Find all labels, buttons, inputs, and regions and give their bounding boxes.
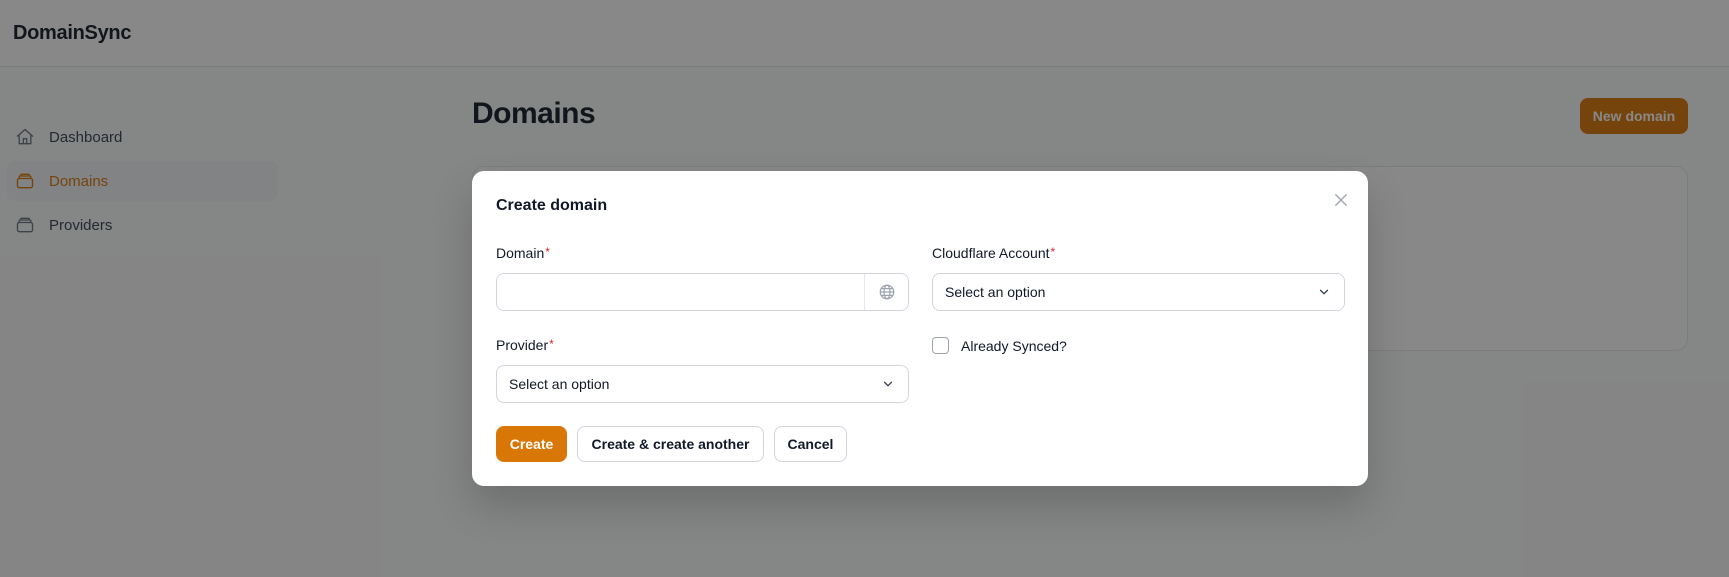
provider-label-text: Provider	[496, 337, 549, 353]
domain-label-text: Domain	[496, 245, 545, 261]
cloudflare-select-value: Select an option	[945, 284, 1046, 300]
modal-title: Create domain	[496, 197, 608, 214]
already-synced-row: Already Synced?	[932, 337, 1067, 354]
cloudflare-label-text: Cloudflare Account	[932, 245, 1050, 261]
provider-select-value: Select an option	[509, 376, 610, 392]
required-marker: *	[545, 245, 550, 259]
create-domain-modal: Create domain Domain* Cloudflare Account…	[472, 171, 1368, 486]
globe-icon	[878, 283, 896, 301]
cloudflare-account-label: Cloudflare Account*	[932, 245, 1055, 261]
cloudflare-account-select[interactable]: Select an option	[932, 273, 1345, 311]
already-synced-checkbox[interactable]	[932, 337, 949, 354]
domain-input-suffix	[864, 274, 908, 310]
close-icon	[1332, 191, 1350, 209]
create-button[interactable]: Create	[496, 426, 567, 462]
already-synced-label[interactable]: Already Synced?	[961, 338, 1067, 354]
chevron-down-icon	[880, 376, 896, 392]
domain-label: Domain*	[496, 245, 550, 261]
domain-input-group	[496, 273, 909, 311]
required-marker: *	[1050, 245, 1056, 259]
provider-label: Provider*	[496, 337, 554, 353]
domain-input[interactable]	[497, 274, 864, 310]
required-marker: *	[549, 337, 554, 351]
cancel-button[interactable]: Cancel	[774, 426, 847, 462]
provider-select[interactable]: Select an option	[496, 365, 909, 403]
create-another-button[interactable]: Create & create another	[577, 426, 764, 462]
chevron-down-icon	[1316, 284, 1332, 300]
close-button[interactable]	[1329, 188, 1353, 212]
